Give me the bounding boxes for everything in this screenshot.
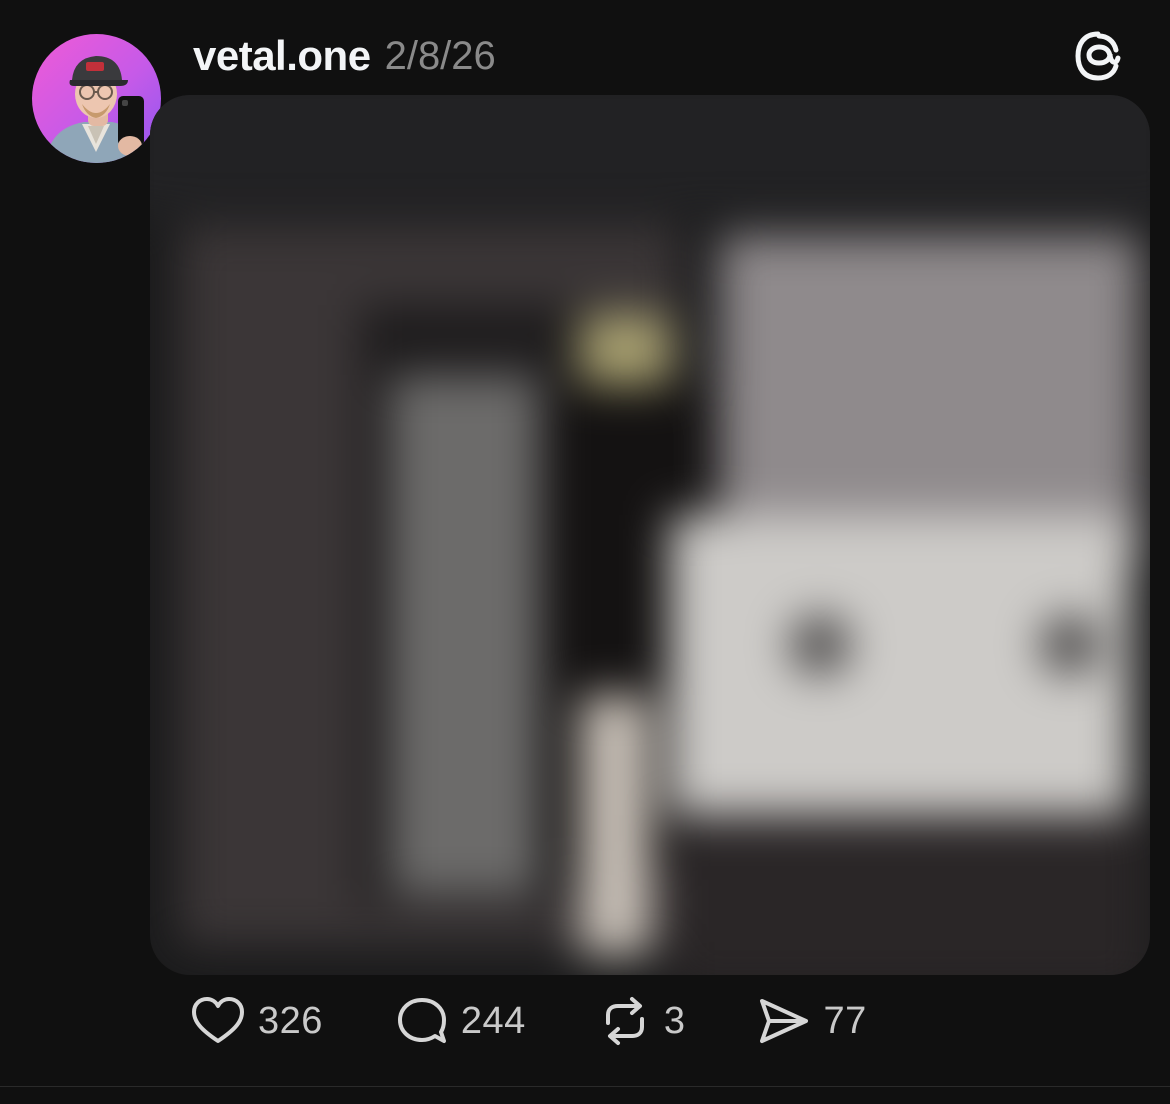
- share-button[interactable]: 77: [757, 995, 866, 1047]
- blurred-image-content: [150, 95, 1150, 975]
- repost-button[interactable]: 3: [598, 995, 686, 1047]
- username[interactable]: vetal.one: [193, 32, 371, 80]
- post-divider: [0, 1086, 1170, 1087]
- heart-icon: [192, 997, 244, 1043]
- thread-post: vetal.one 2/8/26 326 244 3 77: [0, 0, 1170, 1086]
- reply-count: 244: [460, 999, 526, 1042]
- repost-icon: [605, 997, 644, 1045]
- comment-icon: [397, 998, 446, 1043]
- reply-button[interactable]: 244: [395, 995, 526, 1047]
- post-media-blurred[interactable]: [150, 95, 1150, 975]
- post-header: vetal.one 2/8/26: [193, 30, 496, 82]
- avatar[interactable]: [32, 34, 161, 163]
- threads-logo-icon[interactable]: [1072, 28, 1124, 84]
- like-button[interactable]: 326: [190, 995, 323, 1047]
- repost-count: 3: [663, 999, 686, 1042]
- action-bar: 326 244 3 77: [190, 990, 939, 1052]
- share-count: 77: [823, 999, 867, 1042]
- like-count: 326: [258, 999, 323, 1042]
- avatar-photo: [46, 56, 148, 163]
- timestamp: 2/8/26: [384, 33, 496, 78]
- send-icon: [760, 999, 809, 1043]
